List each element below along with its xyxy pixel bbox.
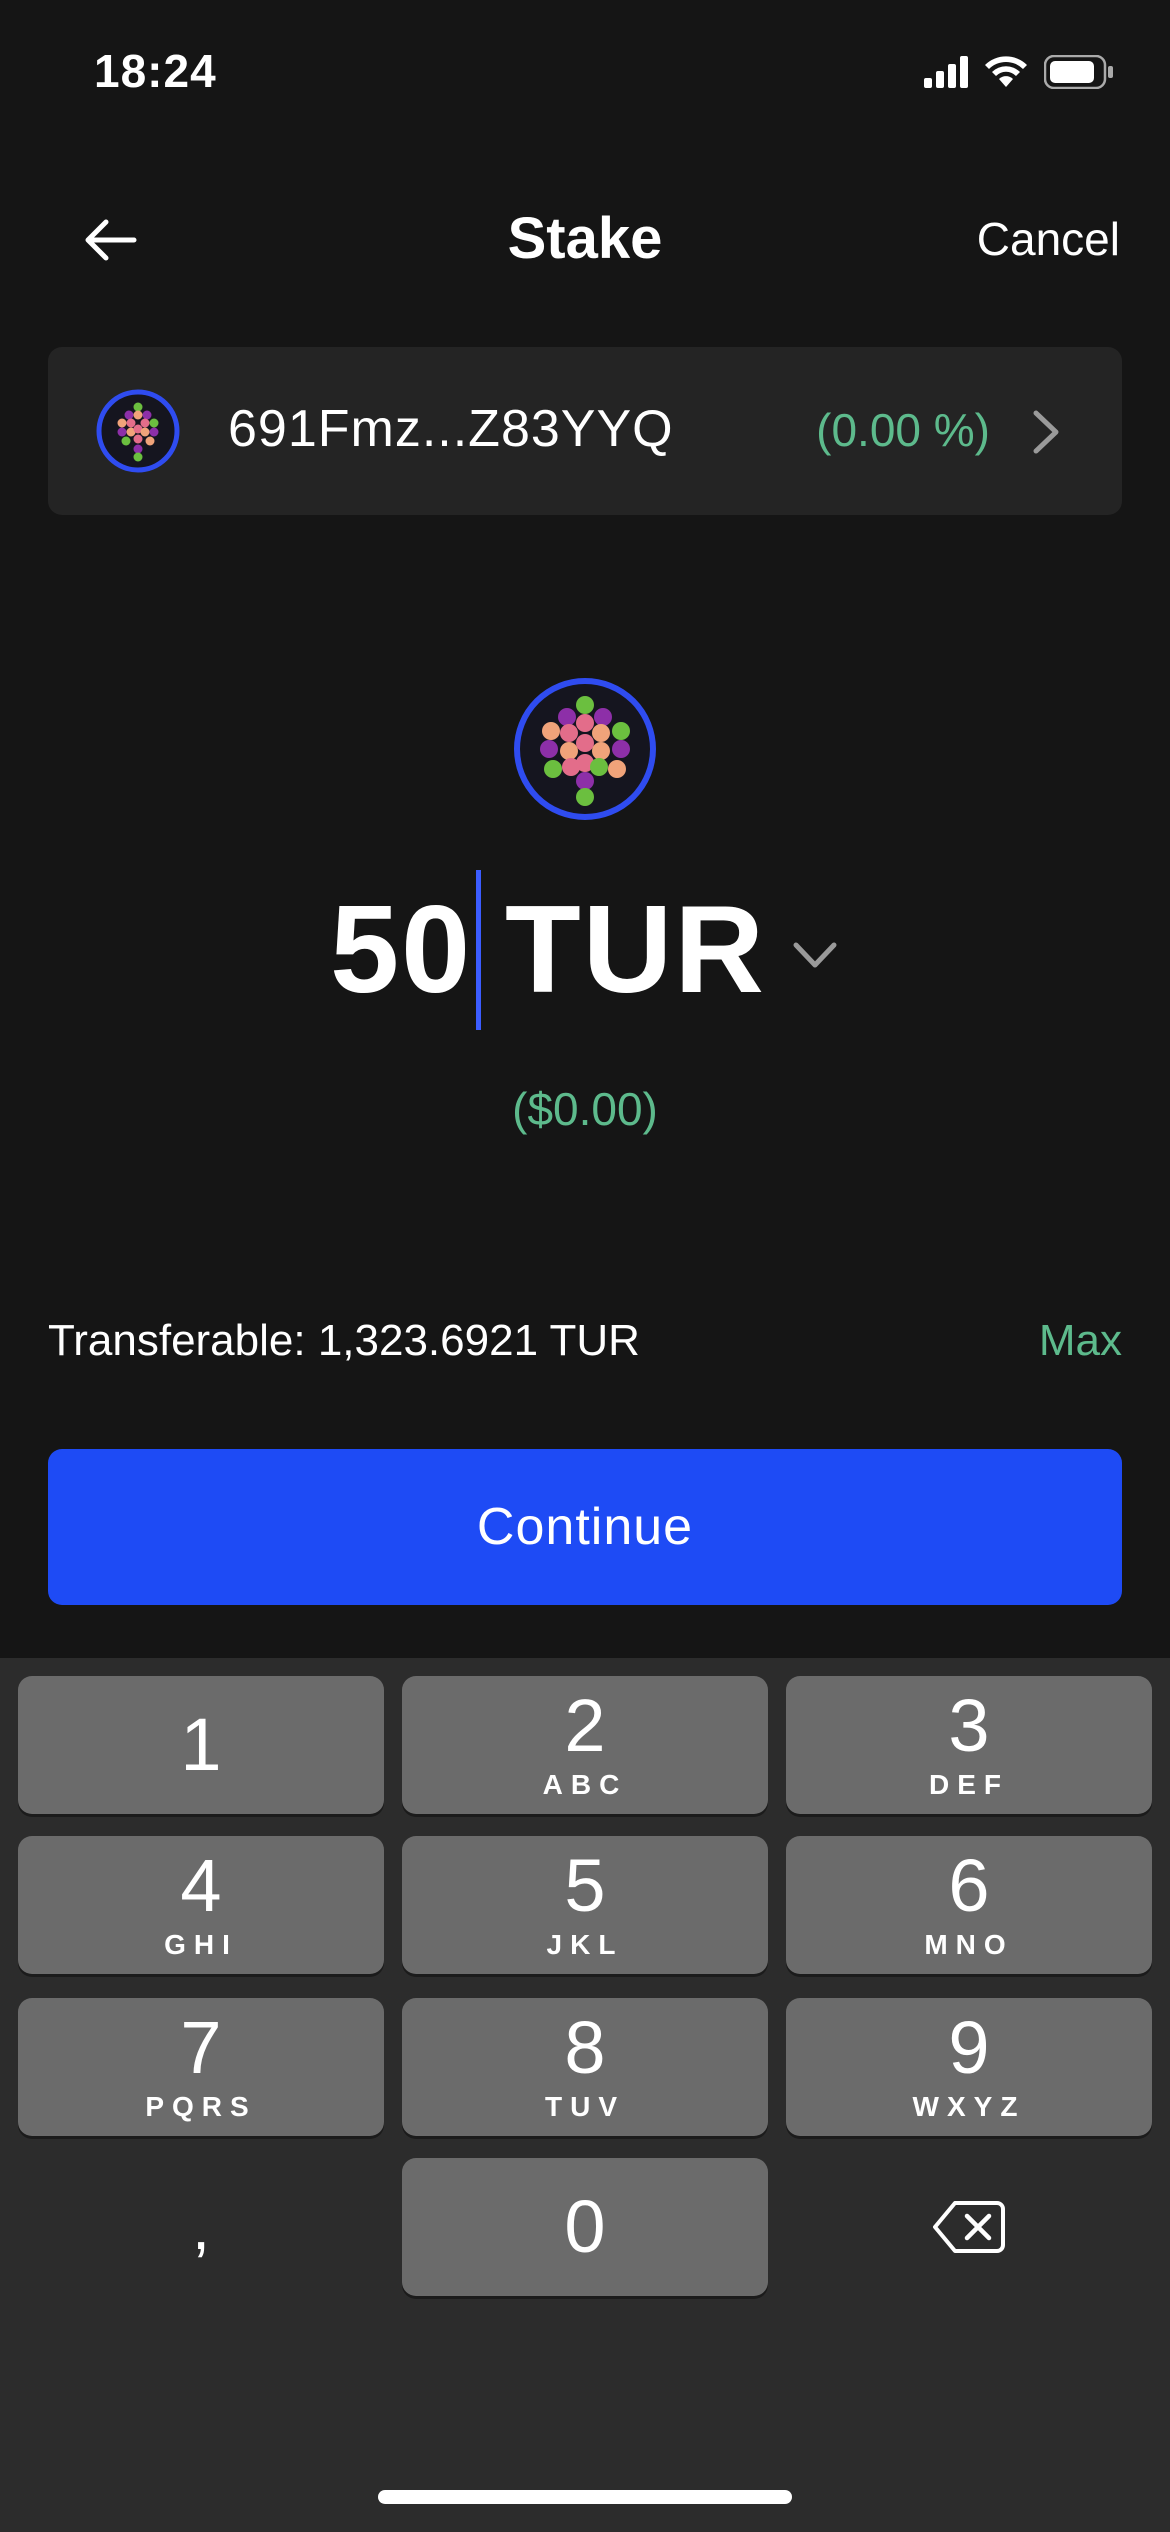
key-letters: TUV [545, 2091, 625, 2122]
key-digit: 2 [564, 1684, 606, 1767]
key-digit: 9 [948, 2006, 990, 2089]
chevron-down-icon[interactable] [790, 935, 840, 975]
validator-selector[interactable]: 691Fmz...Z83YYQ (0.00 %) [48, 347, 1122, 515]
key-letters: WXYZ [912, 2091, 1026, 2122]
status-icons [924, 52, 1114, 92]
key-letters: GHI [164, 1929, 238, 1960]
key-5[interactable]: 5 JKL [402, 1836, 768, 1974]
battery-icon [1044, 55, 1113, 89]
key-digit: 4 [180, 1844, 222, 1927]
signal-icon [924, 56, 968, 88]
key-digit: 1 [180, 1703, 222, 1786]
key-8[interactable]: 8 TUV [402, 1998, 768, 2136]
key-letters: MNO [924, 1929, 1014, 1960]
key-letters: JKL [546, 1929, 624, 1960]
chevron-right-icon [1033, 410, 1059, 454]
key-letters: DEF [929, 1769, 1009, 1800]
key-0[interactable]: 0 [402, 2158, 768, 2296]
key-letters: PQRS [145, 2091, 257, 2122]
status-time: 18:24 [94, 45, 217, 97]
backspace-icon [933, 2201, 1005, 2253]
key-4[interactable]: 4 GHI [18, 1836, 384, 1974]
validator-address: 691Fmz...Z83YYQ [228, 400, 674, 458]
key-9[interactable]: 9 WXYZ [786, 1998, 1152, 2136]
key-comma-label: , [192, 2191, 210, 2263]
wifi-icon [985, 56, 1027, 87]
numeric-keypad: 1 2 ABC 3 DEF 4 GHI 5 JKL 6 MNO 7 PQRS 8… [0, 1658, 1170, 2532]
key-3[interactable]: 3 DEF [786, 1676, 1152, 1814]
text-caret [476, 870, 482, 1030]
token-logo-icon [514, 678, 656, 820]
key-6[interactable]: 6 MNO [786, 1836, 1152, 1974]
amount-input[interactable]: 50 TUR [0, 870, 1170, 1030]
validator-commission: (0.00 %) [816, 404, 990, 456]
key-letters: ABC [542, 1769, 628, 1800]
fiat-value: ($0.00) [512, 1083, 658, 1135]
key-digit: 3 [948, 1684, 990, 1767]
key-digit: 7 [180, 2006, 222, 2089]
key-1[interactable]: 1 [18, 1676, 384, 1814]
continue-button[interactable]: Continue [48, 1449, 1122, 1605]
key-7[interactable]: 7 PQRS [18, 1998, 384, 2136]
key-digit: 5 [564, 1844, 606, 1927]
home-indicator[interactable] [378, 2490, 792, 2504]
validator-avatar-icon [96, 389, 180, 473]
key-comma[interactable]: , [18, 2158, 384, 2296]
amount-value: 50 [330, 881, 473, 1019]
transferable-balance: Transferable: 1,323.6921 TUR [48, 1316, 640, 1365]
key-2[interactable]: 2 ABC [402, 1676, 768, 1814]
key-digit: 8 [564, 2006, 606, 2089]
delete-key[interactable] [786, 2158, 1152, 2296]
key-digit: 0 [564, 2185, 606, 2268]
cancel-button[interactable]: Cancel [977, 212, 1120, 266]
token-symbol[interactable]: TUR [505, 879, 766, 1021]
key-digit: 6 [948, 1844, 990, 1927]
max-button[interactable]: Max [1039, 1316, 1122, 1366]
